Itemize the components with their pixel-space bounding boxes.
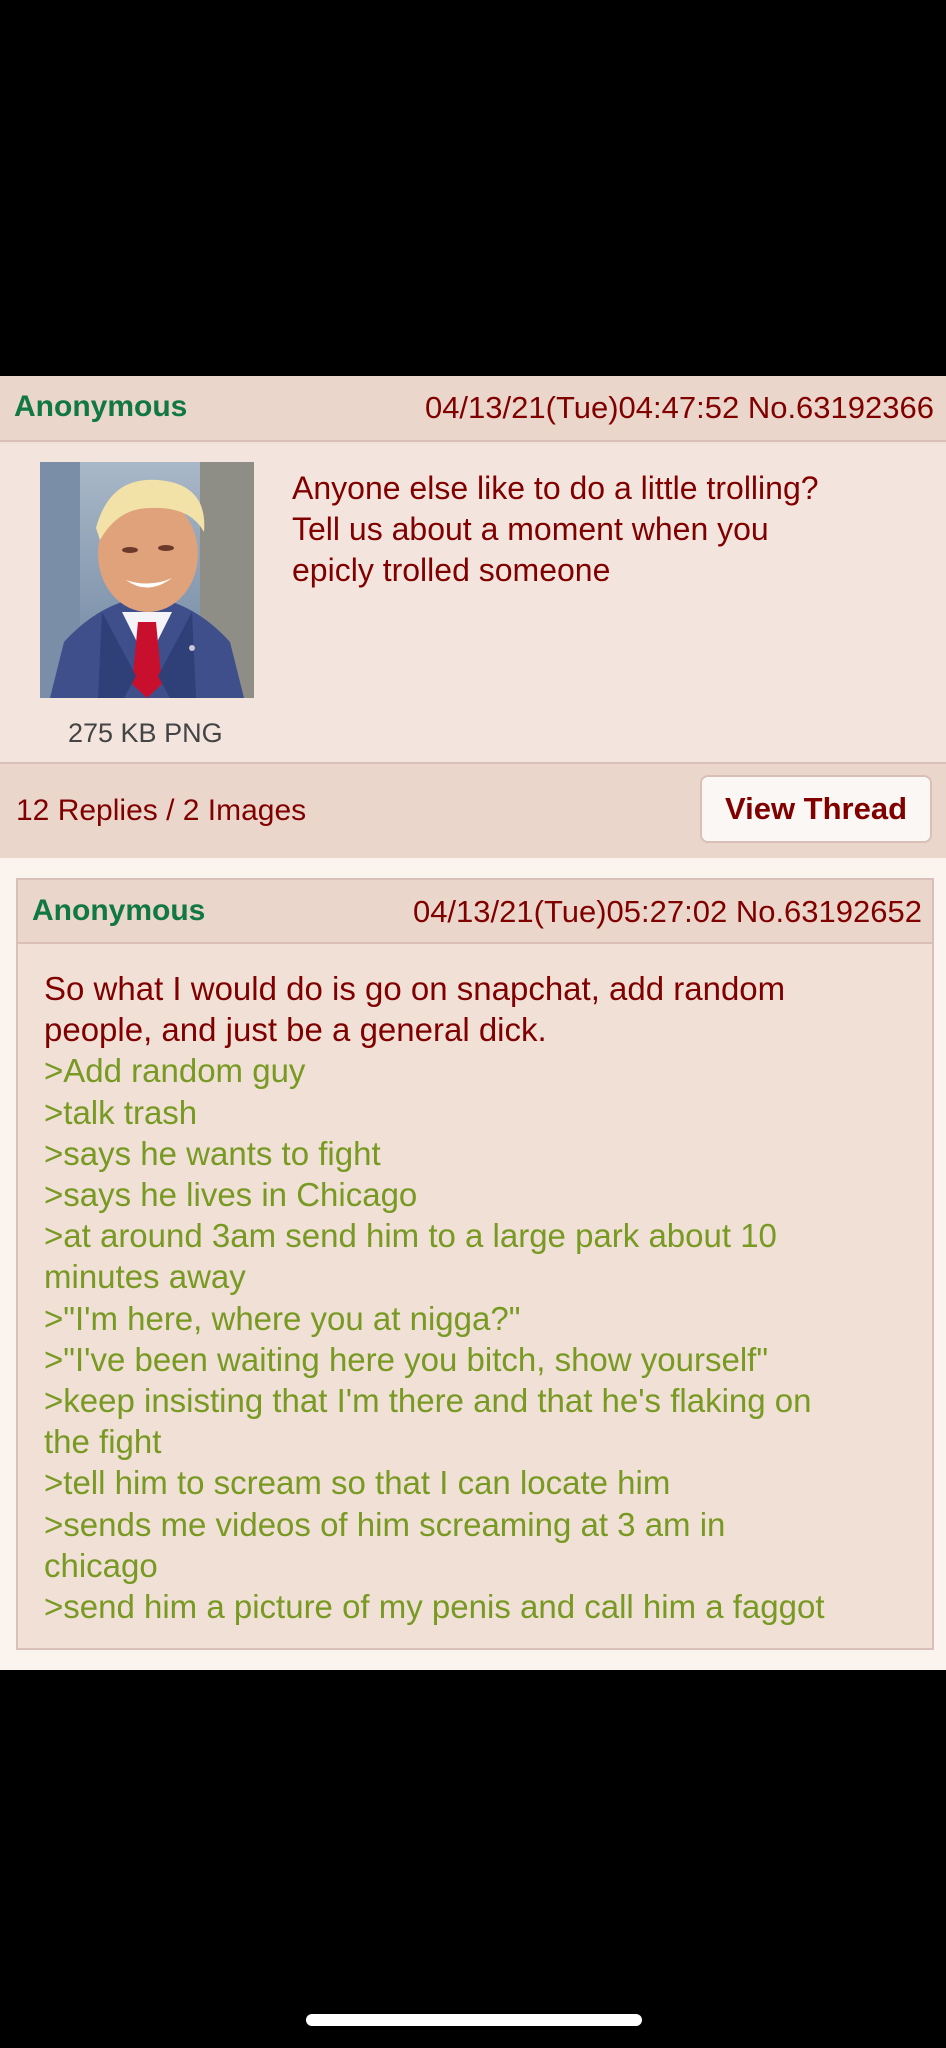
- post-date-number[interactable]: 04/13/21(Tue)04:47:52 No.63192366: [425, 390, 934, 426]
- post-date-number[interactable]: 04/13/21(Tue)05:27:02 No.63192652: [413, 894, 922, 930]
- greentext-line: >keep insisting that I'm there and that …: [44, 1382, 812, 1420]
- greentext-line: >tell him to scream so that I can locate…: [44, 1464, 671, 1502]
- home-indicator[interactable]: [306, 2014, 642, 2026]
- comment-line: Anyone else like to do a little trolling…: [292, 470, 819, 506]
- reply-post: Anonymous 04/13/21(Tue)05:27:02 No.63192…: [16, 878, 934, 1650]
- op-comment: Anyone else like to do a little trolling…: [292, 468, 912, 591]
- greentext-line: >talk trash: [44, 1093, 198, 1131]
- reply-count: 12 Replies / 2 Images: [16, 794, 307, 827]
- reply-header: Anonymous 04/13/21(Tue)05:27:02 No.63192…: [18, 880, 932, 944]
- comment-line: So what I would do is go on snapchat, ad…: [44, 970, 786, 1007]
- screen: Anonymous 04/13/21(Tue)04:47:52 No.63192…: [0, 0, 946, 2048]
- op-footer: 12 Replies / 2 Images View Thread: [0, 762, 946, 858]
- greentext-line: >Add random guy: [44, 1052, 306, 1090]
- comment-line: people, and just be a general dick.: [44, 1011, 547, 1049]
- greentext-line: >at around 3am send him to a large park …: [44, 1217, 777, 1255]
- greentext-line: >says he wants to fight: [44, 1134, 381, 1172]
- greentext-line: >sends me videos of him screaming at 3 a…: [44, 1505, 726, 1543]
- poster-name: Anonymous: [32, 894, 206, 927]
- greentext-line: >says he lives in Chicago: [44, 1176, 418, 1214]
- greentext-line: >"I'm here, where you at nigga?": [44, 1299, 521, 1337]
- poster-name: Anonymous: [14, 390, 188, 423]
- greentext-line: the fight: [44, 1423, 162, 1461]
- greentext-line: chicago: [44, 1546, 158, 1584]
- op-header: Anonymous 04/13/21(Tue)04:47:52 No.63192…: [0, 376, 946, 442]
- comment-line: Tell us about a moment when you: [292, 511, 769, 547]
- reply-comment: So what I would do is go on snapchat, ad…: [44, 968, 914, 1627]
- greentext-line: >"I've been waiting here you bitch, show…: [44, 1340, 769, 1378]
- greentext-line: >send him a picture of my penis and call…: [44, 1588, 825, 1626]
- post-image-thumbnail[interactable]: [40, 462, 254, 698]
- view-thread-button[interactable]: View Thread: [700, 775, 932, 843]
- file-info: 275 KB PNG: [68, 718, 223, 748]
- greentext-line: minutes away: [44, 1258, 246, 1296]
- op-post: Anonymous 04/13/21(Tue)04:47:52 No.63192…: [0, 376, 946, 858]
- thread-view: Anonymous 04/13/21(Tue)04:47:52 No.63192…: [0, 376, 946, 1670]
- comment-line: epicly trolled someone: [292, 552, 611, 588]
